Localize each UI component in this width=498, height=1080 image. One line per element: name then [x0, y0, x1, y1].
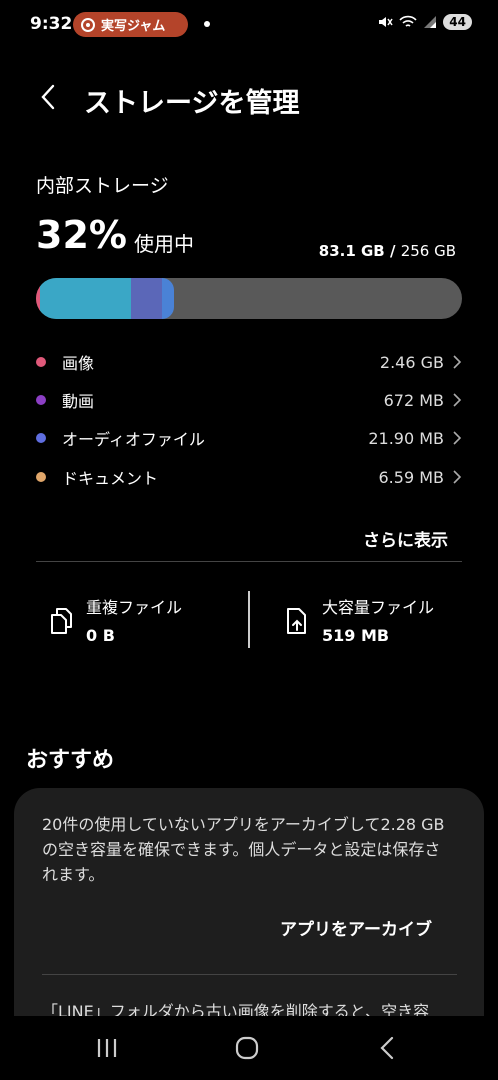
category-size: 21.90 MB	[368, 428, 444, 448]
back-chevron-icon[interactable]	[38, 82, 58, 112]
archive-apps-button[interactable]: アプリをアーカイブ	[280, 915, 432, 940]
chevron-right-icon	[453, 431, 462, 445]
storage-usage-bar	[36, 278, 462, 319]
internal-storage-label: 内部ストレージ	[36, 175, 169, 197]
usage-separator: /	[384, 242, 401, 260]
usage-amount: 83.1 GB / 256 GB	[319, 242, 456, 260]
storage-category-row[interactable]: オーディオファイル 21.90 MB	[36, 423, 462, 453]
card-divider	[42, 974, 457, 975]
storage-bar-segment	[40, 278, 132, 319]
recommendations-title: おすすめ	[26, 748, 115, 773]
category-color-dot	[36, 395, 46, 405]
notification-dot	[204, 21, 210, 27]
duplicate-files-icon	[51, 608, 72, 634]
recent-apps-icon[interactable]	[95, 1037, 119, 1059]
large-files-icon	[287, 608, 306, 634]
home-icon[interactable]	[235, 1036, 259, 1060]
storage-bar-segment	[162, 278, 174, 319]
storage-category-row[interactable]: 画像 2.46 GB	[36, 347, 462, 377]
chevron-right-icon	[453, 393, 462, 407]
screen-recording-pill[interactable]: 実写ジャム	[73, 12, 188, 37]
status-icons: 44	[377, 14, 472, 30]
duplicate-files-button[interactable]: 重複ファイル 0 B	[48, 594, 182, 645]
category-color-dot	[36, 472, 46, 482]
storage-category-row[interactable]: 動画 672 MB	[36, 385, 462, 415]
storage-bar-segment	[131, 278, 162, 319]
category-size: 6.59 MB	[378, 467, 445, 487]
large-files-title: 大容量ファイル	[322, 598, 435, 617]
chevron-right-icon	[453, 470, 462, 484]
recording-label: 実写ジャム	[101, 19, 166, 34]
category-name: オーディオファイル	[62, 430, 205, 449]
total-amount: 256 GB	[400, 242, 456, 260]
large-files-value: 519 MB	[322, 626, 390, 645]
files-separator	[248, 591, 250, 648]
category-name: 動画	[62, 392, 95, 411]
battery-level: 44	[449, 15, 466, 29]
category-name: ドキュメント	[62, 469, 159, 488]
status-time: 9:32	[30, 14, 73, 34]
recommendation-text: 20件の使用していないアプリをアーカイブして2.28 GBの空き容量を確保できま…	[42, 815, 445, 884]
wifi-icon	[399, 15, 417, 27]
category-name: 画像	[62, 354, 95, 373]
category-size: 672 MB	[383, 390, 444, 410]
category-color-dot	[36, 433, 46, 443]
large-files-button[interactable]: 大容量ファイル 519 MB	[284, 594, 434, 645]
usage-percent-suffix: 使用中	[134, 232, 194, 256]
page-title: ストレージを管理	[84, 88, 300, 119]
category-size: 2.46 GB	[379, 352, 444, 372]
mute-icon	[379, 17, 393, 27]
nav-back-icon[interactable]	[380, 1036, 394, 1060]
used-amount: 83.1 GB	[318, 242, 385, 260]
record-icon	[81, 17, 95, 32]
usage-percent: 32%	[36, 213, 127, 257]
duplicate-files-title: 重複ファイル	[86, 598, 183, 617]
chevron-right-icon	[453, 355, 462, 369]
battery-icon: 44	[443, 14, 472, 30]
recommendation-card: 20件の使用していないアプリをアーカイブして2.28 GBの空き容量を確保できま…	[14, 788, 484, 1018]
recommendation-text-2: 「LINE」フォルダから古い画像を削除すると、空き容	[42, 1002, 430, 1018]
category-color-dot	[36, 357, 46, 367]
storage-category-row[interactable]: ドキュメント 6.59 MB	[36, 462, 462, 492]
show-more-button[interactable]: さらに表示	[363, 526, 448, 551]
section-divider	[36, 561, 462, 562]
signal-icon	[424, 16, 437, 28]
duplicate-files-value: 0 B	[86, 626, 115, 645]
